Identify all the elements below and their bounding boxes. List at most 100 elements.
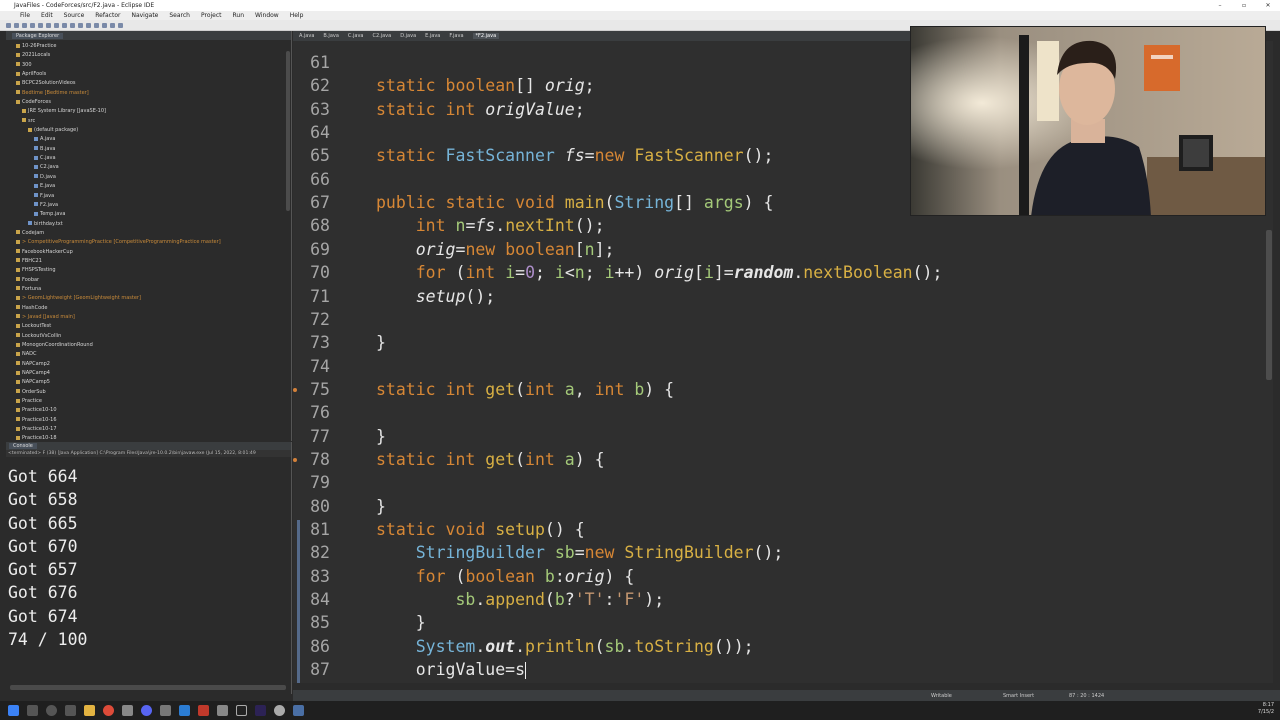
tab-console[interactable]: Console xyxy=(9,443,37,449)
vscode-icon[interactable] xyxy=(179,705,190,716)
editor-tab[interactable]: E.java xyxy=(425,33,440,39)
menu-window[interactable]: Window xyxy=(255,12,279,19)
tree-item[interactable]: JRE System Library [JavaSE-10] xyxy=(10,107,291,116)
tree-item[interactable]: Practice10-17 xyxy=(10,425,291,434)
print-icon[interactable] xyxy=(22,22,27,28)
tree-item[interactable]: FacebookHackerCup xyxy=(10,248,291,257)
tree-item[interactable]: NAPCamp5 xyxy=(10,378,291,387)
menu-run[interactable]: Run xyxy=(233,12,245,19)
tree-item[interactable]: C2.java xyxy=(10,163,291,172)
editor-tab[interactable]: *F2.java xyxy=(472,33,500,39)
tree-item[interactable]: 300 xyxy=(10,61,291,70)
menu-refactor[interactable]: Refactor xyxy=(95,12,120,19)
tree-item[interactable]: D.java xyxy=(10,173,291,182)
open-type-icon[interactable] xyxy=(78,22,83,28)
editor-tab[interactable]: A.java xyxy=(299,33,314,39)
chrome-icon[interactable] xyxy=(103,705,114,716)
tree-item[interactable]: Foobar xyxy=(10,276,291,285)
search-icon[interactable] xyxy=(27,705,38,716)
editor-scrollbar[interactable] xyxy=(1266,230,1272,380)
tree-item[interactable]: src xyxy=(10,117,291,126)
minimize-icon[interactable]: – xyxy=(1208,0,1232,11)
tree-item[interactable]: AprilFools xyxy=(10,70,291,79)
app-icon[interactable] xyxy=(122,705,133,716)
new-package-icon[interactable] xyxy=(62,22,67,28)
external-tools-icon[interactable] xyxy=(46,22,51,28)
previous-annotation-icon[interactable] xyxy=(102,22,107,28)
tab-package-explorer[interactable]: Package Explorer xyxy=(12,32,64,39)
next-annotation-icon[interactable] xyxy=(94,22,99,28)
tree-item[interactable]: FHSPSTesting xyxy=(10,266,291,275)
editor-tab[interactable]: F.java xyxy=(449,33,463,39)
tree-item[interactable]: 10-26Practice xyxy=(10,42,291,51)
tree-item[interactable]: CodeForces xyxy=(10,98,291,107)
tree-item[interactable]: F2.java xyxy=(10,201,291,210)
discord-icon[interactable] xyxy=(141,705,152,716)
obs-icon[interactable] xyxy=(274,705,285,716)
package-explorer-scrollbar[interactable] xyxy=(286,51,290,211)
menu-search[interactable]: Search xyxy=(169,12,190,19)
tree-item[interactable]: birthday.txt xyxy=(10,220,291,229)
tree-item[interactable]: LockoutTest xyxy=(10,322,291,331)
windows-start-icon[interactable] xyxy=(8,705,19,716)
tree-item[interactable]: NADC xyxy=(10,350,291,359)
app-icon[interactable] xyxy=(217,705,228,716)
eclipse-icon[interactable] xyxy=(255,705,266,716)
debug-icon[interactable] xyxy=(30,22,35,28)
new-class-icon[interactable] xyxy=(70,22,75,28)
tree-item[interactable]: Fortuna xyxy=(10,285,291,294)
tree-item[interactable]: NAPCamp4 xyxy=(10,369,291,378)
save-icon[interactable] xyxy=(14,22,19,28)
system-clock[interactable]: 8:17 7/15/2 xyxy=(1258,702,1274,716)
tree-item[interactable]: OrderSub xyxy=(10,388,291,397)
menu-source[interactable]: Source xyxy=(64,12,85,19)
tree-item[interactable]: HashCode xyxy=(10,304,291,313)
search-icon[interactable] xyxy=(86,22,91,28)
new-icon[interactable] xyxy=(6,22,11,28)
forward-icon[interactable] xyxy=(118,22,123,28)
tree-item[interactable]: Practice10-16 xyxy=(10,416,291,425)
editor-tab[interactable]: C2.java xyxy=(372,33,391,39)
menu-project[interactable]: Project xyxy=(201,12,222,19)
tree-item[interactable]: Practice xyxy=(10,397,291,406)
tree-item[interactable]: > CompetitiveProgrammingPractice [Compet… xyxy=(10,238,291,247)
tree-item[interactable]: F.java xyxy=(10,192,291,201)
warning-marker-icon[interactable] xyxy=(293,387,297,392)
tree-item[interactable]: > GeomLightweight [GeomLightweight maste… xyxy=(10,294,291,303)
tree-item[interactable]: (default package) xyxy=(10,126,291,135)
tree-item[interactable]: Practice10-10 xyxy=(10,406,291,415)
tree-item[interactable]: FBHC21 xyxy=(10,257,291,266)
menu-navigate[interactable]: Navigate xyxy=(131,12,158,19)
tree-item[interactable]: A.java xyxy=(10,135,291,144)
task-view-icon[interactable] xyxy=(65,705,76,716)
tree-item[interactable]: Codejam xyxy=(10,229,291,238)
warning-marker-icon[interactable] xyxy=(293,457,297,462)
app-icon[interactable] xyxy=(160,705,171,716)
tree-item[interactable]: 2021Locals xyxy=(10,51,291,60)
menu-help[interactable]: Help xyxy=(290,12,304,19)
console-horizontal-scrollbar[interactable] xyxy=(10,685,286,690)
menu-edit[interactable]: Edit xyxy=(41,12,53,19)
editor-tab[interactable]: C.java xyxy=(348,33,364,39)
tree-item[interactable]: MonogonCoordinationRound xyxy=(10,341,291,350)
maximize-icon[interactable]: ▫ xyxy=(1232,0,1256,11)
tree-item[interactable]: > Javad [Javad main] xyxy=(10,313,291,322)
cortana-icon[interactable] xyxy=(46,705,57,716)
tree-item[interactable]: Bedtime [Bedtime master] xyxy=(10,89,291,98)
back-icon[interactable] xyxy=(110,22,115,28)
file-explorer-icon[interactable] xyxy=(84,705,95,716)
tree-item[interactable]: BCPC2SolutionVideos xyxy=(10,79,291,88)
terminal-icon[interactable] xyxy=(236,705,247,716)
app-icon[interactable] xyxy=(198,705,209,716)
run-icon[interactable] xyxy=(38,22,43,28)
tree-item[interactable]: LockoutVsCollin xyxy=(10,332,291,341)
tree-item[interactable]: B.java xyxy=(10,145,291,154)
tree-item[interactable]: E.java xyxy=(10,182,291,191)
editor-tab[interactable]: D.java xyxy=(400,33,416,39)
editor-tab[interactable]: B.java xyxy=(323,33,339,39)
close-icon[interactable]: ✕ xyxy=(1256,0,1280,11)
new-java-project-icon[interactable] xyxy=(54,22,59,28)
tree-item[interactable]: Practice10-18 xyxy=(10,434,291,440)
tree-item[interactable]: C.java xyxy=(10,154,291,163)
menu-file[interactable]: File xyxy=(20,12,30,19)
